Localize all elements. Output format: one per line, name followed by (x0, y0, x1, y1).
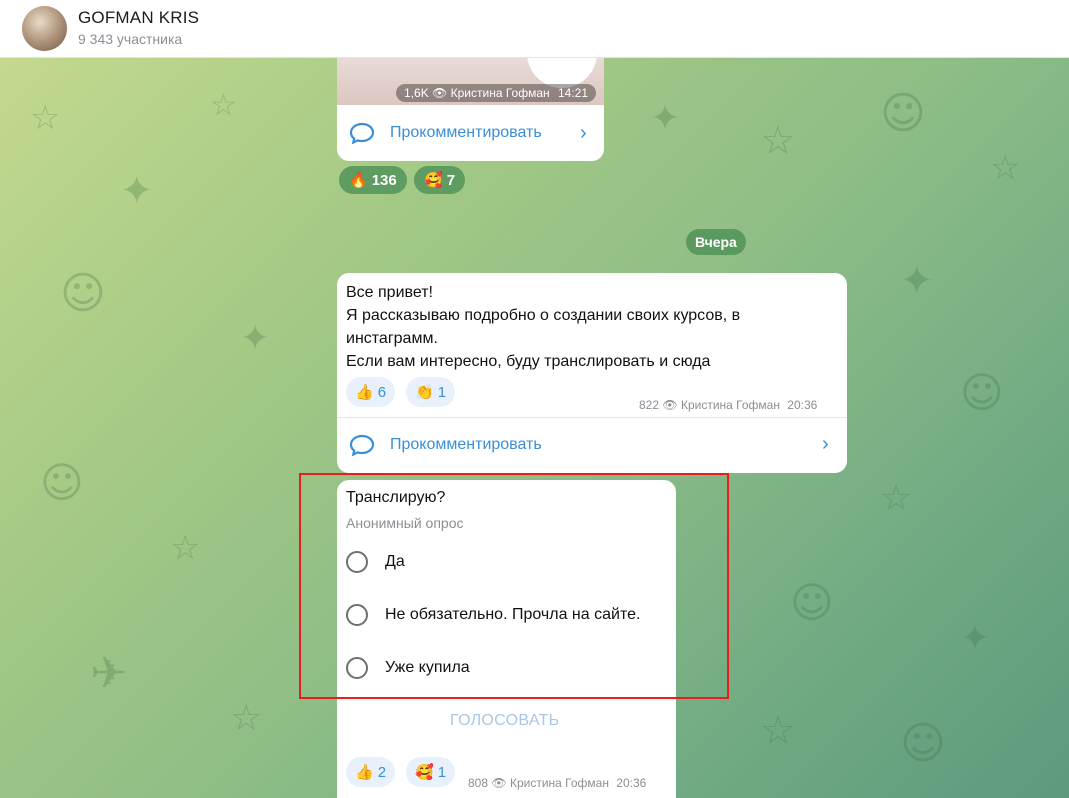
reaction-count: 6 (377, 383, 387, 401)
reaction-count: 2 (377, 763, 387, 781)
doodle-icon: ☆ (170, 528, 201, 568)
eye-icon: 👁 (491, 776, 510, 790)
vote-button[interactable]: ГОЛОСОВАТЬ (450, 712, 559, 730)
avatar[interactable] (22, 6, 67, 51)
smiling-hearts-icon: 🥰 (415, 764, 434, 781)
photo-meta: 1,6K 👁 Кристина Гофман 14:21 (396, 84, 596, 102)
fire-icon: 🔥 (349, 172, 368, 189)
doodle-icon: ✈ (90, 648, 127, 699)
reaction-count: 7 (446, 171, 456, 189)
author-name: Кристина Гофман (509, 776, 609, 790)
reaction-clap[interactable]: 👏 1 (406, 377, 456, 407)
message-time: 14:21 (557, 86, 588, 100)
doodle-icon: ☺ (40, 458, 84, 507)
message-text: Все привет! Я рассказываю подробно о соз… (346, 284, 741, 370)
clap-icon: 👏 (415, 384, 434, 401)
message-time: 20:36 (787, 398, 818, 412)
member-count: 9 343 участника (78, 31, 183, 47)
doodle-icon: ✦ (900, 258, 934, 304)
channel-title: GOFMAN KRIS (78, 8, 200, 27)
reaction-count: 1 (437, 383, 447, 401)
view-count: 1,6K (404, 86, 429, 100)
doodle-icon: ☆ (880, 478, 913, 519)
comment-label: Прокомментировать (390, 436, 542, 453)
reaction-count: 1 (437, 763, 447, 781)
doodle-icon: ✦ (120, 168, 154, 214)
highlight-box (299, 473, 729, 699)
eye-icon: 👁 (662, 398, 681, 412)
doodle-icon: ☺ (900, 718, 946, 769)
doodle-icon: ☆ (760, 118, 796, 164)
thumbs-up-icon: 👍 (355, 764, 374, 781)
comment-button[interactable]: Прокомментировать (349, 434, 542, 456)
eye-icon: 👁 (432, 86, 451, 100)
chat-header[interactable]: GOFMAN KRIS 9 343 участника (0, 0, 1069, 58)
reaction-thumbs-up[interactable]: 👍 2 (346, 757, 396, 787)
reaction-love[interactable]: 🥰 7 (414, 166, 466, 194)
doodle-icon: ☆ (30, 98, 61, 138)
reaction-count: 136 (371, 171, 397, 189)
message-time: 20:36 (616, 776, 647, 790)
thumbs-up-icon: 👍 (355, 384, 374, 401)
doodle-icon: ☆ (760, 708, 796, 754)
doodle-icon: ☺ (790, 578, 834, 627)
date-separator: Вчера (686, 229, 746, 255)
doodle-icon: ☆ (230, 698, 263, 739)
comment-icon (349, 122, 375, 144)
doodle-icon: ✦ (240, 318, 271, 359)
doodle-icon: ☺ (880, 88, 926, 139)
doodle-icon: ☆ (210, 88, 237, 123)
chevron-right-icon[interactable]: › (822, 433, 829, 456)
comment-button[interactable]: Прокомментировать (349, 122, 542, 144)
smiling-hearts-icon: 🥰 (424, 172, 443, 189)
post-photo[interactable]: 1,6K 👁 Кристина Гофман 14:21 (337, 58, 604, 105)
message-meta: 808 👁 Кристина Гофман 20:36 (468, 776, 646, 790)
author-name: Кристина Гофман (450, 86, 550, 100)
author-name: Кристина Гофман (680, 398, 780, 412)
reaction-thumbs-up[interactable]: 👍 6 (346, 377, 396, 407)
reaction-fire[interactable]: 🔥 136 (339, 166, 407, 194)
message-meta: 822 👁 Кристина Гофман 20:36 (639, 398, 817, 412)
doodle-icon: ☺ (960, 368, 1004, 417)
divider (337, 417, 847, 418)
chevron-right-icon[interactable]: › (580, 122, 587, 145)
reaction-love[interactable]: 🥰 1 (406, 757, 456, 787)
comment-label: Прокомментировать (390, 124, 542, 141)
view-count: 808 (468, 776, 489, 790)
doodle-icon: ✦ (650, 98, 681, 139)
doodle-icon: ☆ (990, 148, 1021, 188)
doodle-icon: ☺ (60, 268, 106, 319)
doodle-icon: ✦ (960, 618, 991, 659)
view-count: 822 (639, 398, 660, 412)
comment-icon (349, 434, 375, 456)
